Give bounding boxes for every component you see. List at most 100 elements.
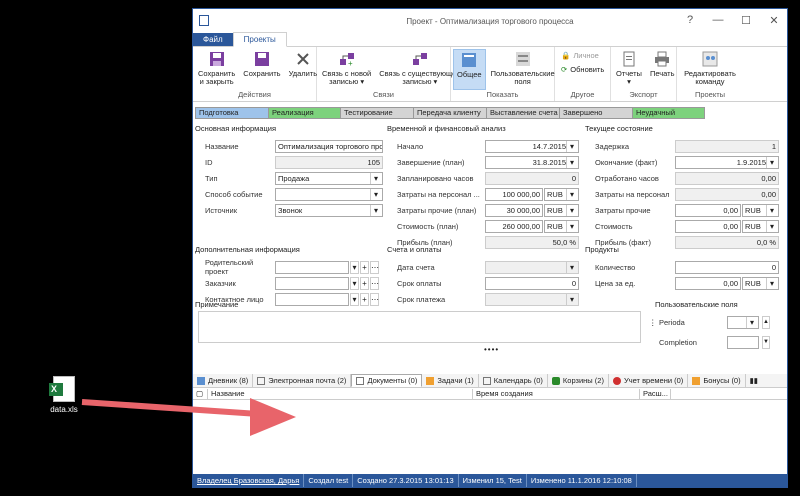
bonus-icon [692,376,701,385]
customer-dropdown-icon[interactable]: ▾ [350,276,359,290]
source-select[interactable]: Звонок [275,203,383,217]
splitter-handle-icon[interactable]: •••• [484,345,499,354]
quantity-field[interactable]: 0 [675,260,779,274]
other-costs-plan-field[interactable]: 30 000,00 [485,203,543,217]
payment-term-field[interactable]: 0 [485,276,579,290]
customer-browse-icon[interactable]: ⋯ [370,276,379,290]
note-textarea[interactable] [198,311,641,343]
unit-price-field[interactable]: 0,00 [675,276,741,290]
column-header-created[interactable]: Время создания [473,389,640,399]
printer-icon [653,50,671,68]
contact-browse-icon[interactable]: ⋯ [370,292,379,306]
scroll-up-icon[interactable]: ▲ [762,315,770,329]
other-costs-fact-currency-select[interactable]: RUB [742,203,779,217]
maximize-icon[interactable]: ☐ [737,11,755,29]
scroll-down-icon[interactable]: ▼ [762,335,770,349]
start-date-field[interactable]: 14.7.2015 [485,139,579,153]
tabs-overflow-icon[interactable]: ▮▮ [746,374,762,387]
other-costs-currency-select[interactable]: RUB [544,203,579,217]
stage-invoicing[interactable]: Выставление счета [486,107,560,119]
link-new-label: Связь с новой записью ▾ [322,69,372,86]
save-close-icon [208,50,226,68]
file-type-column-icon[interactable]: ▢ [193,389,208,399]
tab-projects[interactable]: Проекты [232,32,287,47]
invoice-date-field [485,260,579,274]
tab-documents[interactable]: Документы (0) [351,374,423,387]
save-close-button[interactable]: Сохранить и закрыть [195,49,238,90]
stage-completed[interactable]: Завершено [559,107,633,119]
save-button[interactable]: Сохранить [240,49,283,90]
stage-failed[interactable]: Неудачный [632,107,705,119]
user-fields-label: Пользовательские поля [490,69,555,86]
print-button[interactable]: Печать [647,49,678,90]
tab-time-tracking[interactable]: Учет времени (0) [609,374,689,387]
tab-label: Учет времени (0) [623,376,684,385]
help-icon[interactable]: ? [681,11,699,29]
changed-by: Изменил 15, Test [459,474,527,487]
tab-baskets[interactable]: Корзины (2) [548,374,609,387]
name-field[interactable]: Оптимализация торгового процес [275,139,383,153]
end-fact-date-field[interactable]: 1.9.2015 [675,155,779,169]
show-general-button[interactable]: Общее [453,49,486,90]
vertical-grip-icon[interactable]: ⋮ [649,318,659,327]
delete-button[interactable]: Удалить [286,49,321,90]
documents-grid[interactable]: ▢ Название Время создания Расш... [193,389,787,471]
show-general-label: Общее [457,70,482,79]
customer-field[interactable] [275,276,349,290]
cost-currency-select[interactable]: RUB [544,219,579,233]
group-label-projects: Проекты [694,90,726,99]
edit-command-button[interactable]: Редактировать команду [681,49,739,90]
stage-handover[interactable]: Передача клиенту [413,107,487,119]
stage-preparation[interactable]: Подготовка [195,107,269,119]
other-costs-fact-field[interactable]: 0,00 [675,203,741,217]
tab-bonuses[interactable]: Бонусы (0) [688,374,746,387]
cost-fact-currency-select[interactable]: RUB [742,219,779,233]
reports-button[interactable]: Отчеты ▾ [613,49,645,90]
tab-label: Бонусы (0) [703,376,741,385]
stage-implementation[interactable]: Реализация [268,107,341,119]
parent-project-field[interactable] [275,260,349,274]
contact-add-icon[interactable]: + [360,292,369,306]
tab-file[interactable]: Файл [193,33,233,46]
save-close-label: Сохранить и закрыть [198,69,236,86]
column-header-extension[interactable]: Расш... [640,389,671,399]
method-select[interactable] [275,187,383,201]
link-new-record-button[interactable]: + Связь с новой записью ▾ [319,49,374,90]
parent-dropdown-icon[interactable]: ▾ [350,260,359,274]
delay-field: 1 [675,139,779,153]
column-header-name[interactable]: Название [208,389,473,399]
source-label: Источник [205,205,238,215]
tab-diary[interactable]: Дневник (8) [193,374,254,387]
stage-testing[interactable]: Тестирование [340,107,414,119]
cost-plan-field[interactable]: 260 000,00 [485,219,543,233]
cost-fact-field[interactable]: 0,00 [675,219,741,233]
section-additional-info: Дополнительная информация Родительский п… [195,245,385,307]
end-plan-date-field[interactable]: 31.8.2015 [485,155,579,169]
private-button[interactable]: 🔒 Личное [561,51,604,60]
customer-add-icon[interactable]: + [360,276,369,290]
parent-add-icon[interactable]: + [360,260,369,274]
type-select[interactable]: Продажа [275,171,383,185]
reports-label: Отчеты ▾ [616,69,642,86]
unit-price-currency-select[interactable]: RUB [742,276,779,290]
close-icon[interactable]: ✕ [765,11,783,29]
staff-costs-plan-field[interactable]: 100 000,00 [485,187,543,201]
staff-costs-currency-select[interactable]: RUB [544,187,579,201]
completion-field[interactable] [727,335,759,349]
perioda-select[interactable] [727,315,759,329]
clock-icon [612,376,621,385]
parent-browse-icon[interactable]: ⋯ [370,260,379,274]
show-user-fields-button[interactable]: Пользовательские поля [488,49,558,90]
refresh-button[interactable]: ⟳ Обновить [561,65,604,74]
owner-link[interactable]: Владелец Бразовская, Дарья [193,474,305,487]
print-label: Печать [649,69,675,78]
worked-hours-label: Отработано часов [595,173,659,183]
private-label: Личное [573,51,599,60]
tab-email[interactable]: Электронная почта (2) [253,374,352,387]
tab-calendar[interactable]: Календарь (0) [479,374,548,387]
minimize-icon[interactable]: — [709,11,727,29]
desktop-file-data-xls[interactable]: X data.xls [44,376,84,414]
contact-dropdown-icon[interactable]: ▾ [350,292,359,306]
tab-tasks[interactable]: Задачи (1) [422,374,479,387]
contact-field[interactable] [275,292,349,306]
